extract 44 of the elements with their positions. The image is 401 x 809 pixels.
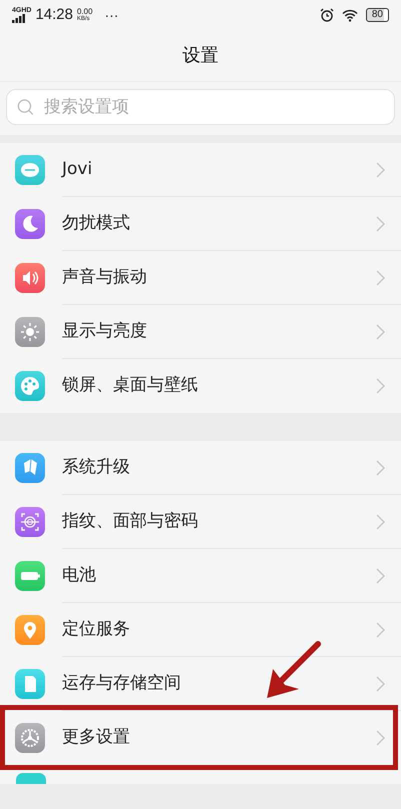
page-title: 设置 bbox=[182, 44, 218, 68]
settings-item[interactable]: 勿扰模式 bbox=[62, 210, 130, 236]
wifi-icon bbox=[342, 8, 358, 22]
memory-card-icon bbox=[15, 669, 45, 699]
chevron-icon bbox=[376, 162, 385, 178]
chevron-icon bbox=[376, 730, 385, 746]
chevron-icon bbox=[376, 514, 385, 530]
chevron-icon bbox=[376, 324, 385, 340]
fingerprint-icon bbox=[15, 507, 45, 537]
settings-item[interactable]: 声音与振动 bbox=[62, 264, 147, 290]
clock-time: 14:28 bbox=[35, 4, 73, 25]
settings-item[interactable]: 指纹、面部与密码 bbox=[62, 508, 198, 534]
chevron-icon bbox=[376, 216, 385, 232]
settings-item[interactable]: 运存与存储空间 bbox=[62, 670, 181, 696]
chevron-icon bbox=[376, 460, 385, 476]
assistant-icon bbox=[15, 155, 45, 185]
speaker-icon bbox=[15, 263, 45, 293]
package-icon bbox=[15, 453, 45, 483]
settings-item[interactable]: 电池 bbox=[62, 562, 96, 588]
chevron-icon bbox=[376, 676, 385, 692]
chevron-icon bbox=[376, 622, 385, 638]
moon-icon bbox=[15, 209, 45, 239]
network-speed: 0.00 bbox=[77, 8, 93, 16]
app-icon bbox=[16, 773, 46, 784]
alarm-icon bbox=[320, 8, 334, 22]
gear-icon bbox=[15, 723, 45, 753]
more-indicator: ··· bbox=[104, 6, 119, 24]
settings-item[interactable]: 定位服务 bbox=[62, 616, 130, 642]
settings-item[interactable]: 更多设置 bbox=[62, 725, 130, 751]
settings-item[interactable]: Jovi bbox=[62, 156, 92, 182]
battery-icon bbox=[15, 561, 45, 591]
settings-item[interactable]: 显示与亮度 bbox=[62, 318, 147, 344]
settings-item[interactable]: 锁屏、桌面与壁纸 bbox=[62, 373, 198, 399]
search-field[interactable]: 搜索设置项 bbox=[6, 89, 395, 125]
location-icon bbox=[15, 615, 45, 645]
chevron-icon bbox=[376, 568, 385, 584]
search-icon bbox=[17, 98, 34, 116]
palette-icon bbox=[15, 371, 45, 401]
settings-item[interactable]: 系统升级 bbox=[62, 454, 130, 480]
chevron-icon bbox=[376, 378, 385, 394]
chevron-icon bbox=[376, 270, 385, 286]
signal-icon bbox=[12, 14, 26, 23]
battery-indicator: 80 bbox=[366, 8, 389, 22]
sun-icon bbox=[15, 317, 45, 347]
